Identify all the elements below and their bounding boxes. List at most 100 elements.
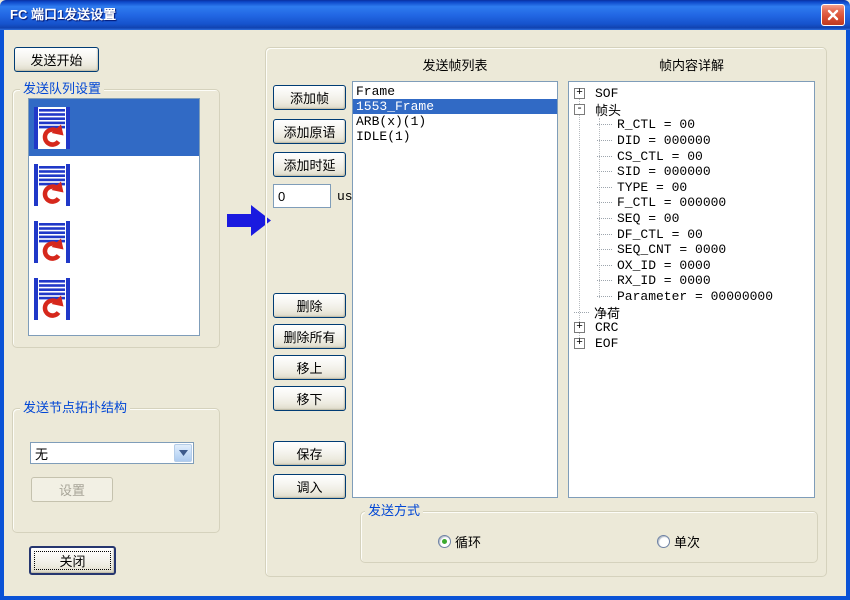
queue-item[interactable] [29, 156, 199, 213]
tree-node[interactable]: OX_ID = 0000 [569, 258, 814, 274]
frame-loop-icon [34, 107, 70, 149]
tree-connector [597, 280, 612, 281]
close-icon[interactable] [821, 4, 845, 26]
expand-icon[interactable]: + [574, 338, 585, 349]
tree-connector [597, 218, 612, 219]
frame-list-item[interactable]: Frame [353, 84, 557, 99]
delay-unit-label: us [337, 189, 353, 204]
frame-list-item[interactable]: 1553_Frame [353, 99, 557, 114]
tree-node[interactable]: CS_CTL = 00 [569, 148, 814, 164]
tree-node[interactable]: DID = 000000 [569, 133, 814, 149]
move-down-button[interactable]: 移下 [273, 386, 346, 411]
topology-group-caption: 发送节点拓扑结构 [20, 401, 130, 415]
start-send-button[interactable]: 发送开始 [14, 47, 99, 72]
tree-node-label: CRC [595, 320, 618, 335]
tree-node[interactable]: SEQ_CNT = 0000 [569, 242, 814, 258]
add-frame-button[interactable]: 添加帧 [273, 85, 346, 110]
dialog-window: FC 端口1发送设置 发送开始 发送队列设置 [0, 0, 850, 600]
tree-connector [597, 171, 612, 172]
chevron-down-icon[interactable] [174, 444, 192, 462]
tree-node-label: EOF [595, 336, 618, 351]
window-border [0, 30, 4, 600]
topology-combobox[interactable]: 无 [30, 442, 194, 464]
queue-group-caption: 发送队列设置 [20, 82, 104, 96]
tree-node[interactable]: SEQ = 00 [569, 211, 814, 227]
tree-node-label: OX_ID = 0000 [617, 258, 711, 273]
title-bar[interactable]: FC 端口1发送设置 [0, 0, 850, 30]
tree-node-label: RX_ID = 0000 [617, 273, 711, 288]
tree-connector [597, 234, 612, 235]
send-mode-option[interactable]: 循环 [438, 532, 481, 551]
tree-node[interactable]: DF_CTL = 00 [569, 226, 814, 242]
tree-node[interactable]: -帧头 [569, 102, 814, 118]
frame-loop-icon [34, 221, 70, 263]
queue-item[interactable] [29, 99, 199, 156]
queue-item[interactable] [29, 213, 199, 270]
window-title: FC 端口1发送设置 [10, 0, 116, 30]
tree-connector [597, 296, 612, 297]
collapse-icon[interactable]: - [574, 104, 585, 115]
topology-settings-button[interactable]: 设置 [31, 477, 113, 502]
load-button[interactable]: 调入 [273, 474, 346, 499]
radio-label: 单次 [674, 532, 700, 551]
move-up-button[interactable]: 移上 [273, 355, 346, 380]
add-primitive-button[interactable]: 添加原语 [273, 119, 346, 144]
radio-label: 循环 [455, 532, 481, 551]
close-dialog-label: 关闭 [59, 551, 85, 570]
radio-icon[interactable] [438, 535, 451, 548]
topology-group [12, 408, 220, 533]
tree-node[interactable]: F_CTL = 000000 [569, 195, 814, 211]
frame-list-header: 发送帧列表 [352, 55, 558, 74]
tree-node[interactable]: RX_ID = 0000 [569, 273, 814, 289]
tree-node-label: 净荷 [594, 303, 620, 322]
tree-connector [597, 187, 612, 188]
queue-list[interactable] [28, 98, 200, 336]
delete-button[interactable]: 删除 [273, 293, 346, 318]
send-mode-group: 循环 单次 [360, 511, 818, 563]
expand-icon[interactable]: + [574, 322, 585, 333]
save-button[interactable]: 保存 [273, 441, 346, 466]
tree-node-label: SID = 000000 [617, 164, 711, 179]
send-mode-options: 循环 单次 [438, 532, 700, 551]
tree-node[interactable]: + CRC [569, 320, 814, 336]
close-dialog-button[interactable]: 关闭 [29, 546, 116, 575]
add-delay-button[interactable]: 添加时延 [273, 152, 346, 177]
tree-node-label: 帧头 [595, 100, 621, 119]
tree-connector [597, 265, 612, 266]
window-border [0, 596, 850, 600]
tree-node-label: R_CTL = 00 [617, 117, 695, 132]
tree-node[interactable]: SID = 000000 [569, 164, 814, 180]
send-mode-option[interactable]: 单次 [657, 532, 700, 551]
queue-item[interactable] [29, 270, 199, 327]
tree-connector [574, 312, 589, 313]
frame-list-item[interactable]: IDLE(1) [353, 129, 557, 144]
send-mode-caption: 发送方式 [365, 504, 423, 518]
frame-loop-icon [34, 164, 70, 206]
tree-node-label: CS_CTL = 00 [617, 149, 703, 164]
frame-loop-icon [34, 278, 70, 320]
frame-tree[interactable]: +SOF-帧头R_CTL = 00DID = 000000CS_CTL = 00… [568, 81, 815, 498]
tree-node-label: F_CTL = 000000 [617, 195, 726, 210]
tree-node-label: SEQ = 00 [617, 211, 679, 226]
expand-icon[interactable]: + [574, 88, 585, 99]
tree-connector [597, 140, 612, 141]
window-border [846, 30, 850, 600]
tree-connector [597, 202, 612, 203]
delete-all-button[interactable]: 删除所有 [273, 324, 346, 349]
tree-node-label: TYPE = 00 [617, 180, 687, 195]
tree-connector [597, 124, 612, 125]
radio-icon[interactable] [657, 535, 670, 548]
tree-node[interactable]: TYPE = 00 [569, 180, 814, 196]
combobox-value: 无 [31, 444, 174, 463]
tree-connector [597, 249, 612, 250]
tree-node[interactable]: R_CTL = 00 [569, 117, 814, 133]
frame-list[interactable]: Frame1553_FrameARB(x)(1)IDLE(1) [352, 81, 558, 498]
tree-header: 帧内容详解 [568, 55, 815, 74]
tree-node-label: DID = 000000 [617, 133, 711, 148]
tree-node[interactable]: + EOF [569, 336, 814, 352]
tree-connector [597, 156, 612, 157]
frame-list-item[interactable]: ARB(x)(1) [353, 114, 557, 129]
tree-node[interactable]: 净荷 [569, 304, 814, 320]
delay-value-input[interactable] [273, 184, 331, 208]
tree-node-label: Parameter = 00000000 [617, 289, 773, 304]
